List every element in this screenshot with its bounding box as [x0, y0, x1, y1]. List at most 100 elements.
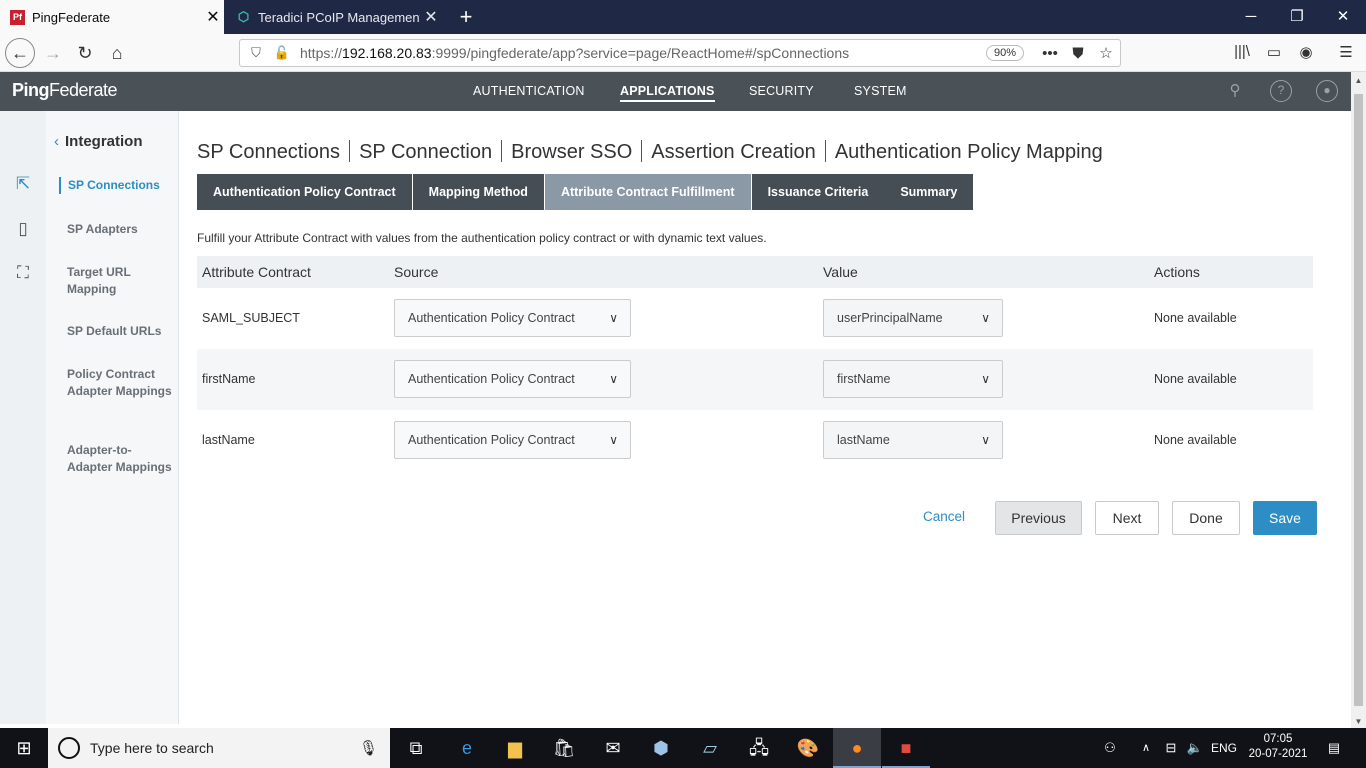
- windows-start-icon[interactable]: ⊞: [0, 728, 48, 768]
- scroll-up-icon[interactable]: ▲: [1351, 76, 1366, 85]
- tab-mapping-method[interactable]: Mapping Method: [412, 174, 545, 210]
- mail-icon[interactable]: ✉: [589, 728, 637, 768]
- scroll-down-icon[interactable]: ▼: [1351, 717, 1366, 726]
- paint-icon[interactable]: 🎨: [784, 728, 832, 768]
- header-source: Source: [394, 264, 439, 280]
- sidebar-heading[interactable]: ‹ Integration: [54, 133, 143, 150]
- account-icon[interactable]: ◉: [1294, 43, 1318, 61]
- firefox-icon[interactable]: ●: [833, 728, 881, 768]
- nav-authentication[interactable]: AUTHENTICATION: [473, 84, 585, 98]
- header-value: Value: [823, 264, 858, 280]
- tab-attribute-contract-fulfillment[interactable]: Attribute Contract Fulfillment: [544, 174, 752, 210]
- edge-icon[interactable]: e: [443, 728, 491, 768]
- tab-authentication-policy-contract[interactable]: Authentication Policy Contract: [197, 174, 413, 210]
- zoom-level-badge[interactable]: 90%: [985, 45, 1024, 61]
- breadcrumb-separator: [349, 140, 351, 162]
- next-button[interactable]: Next: [1095, 501, 1159, 535]
- nav-security[interactable]: SECURITY: [749, 84, 814, 98]
- terminal-app-icon[interactable]: ■: [882, 728, 930, 768]
- back-button[interactable]: ←: [5, 38, 35, 68]
- value-select[interactable]: lastName ∨: [823, 421, 1003, 459]
- new-tab-button[interactable]: +: [452, 2, 480, 32]
- bookmark-star-icon[interactable]: ☆: [1092, 44, 1120, 62]
- url-bar[interactable]: ⛉ 🔓 https://192.168.20.83:9999/pingfeder…: [239, 39, 1121, 67]
- tab-teradici[interactable]: ⬡ Teradici PCoIP Management Co ✕: [226, 0, 442, 34]
- breadcrumb-authentication-policy-mapping: Authentication Policy Mapping: [834, 141, 1103, 163]
- source-select[interactable]: Authentication Policy Contract ∨: [394, 299, 631, 337]
- attribute-contract-table: Attribute Contract Source Value Actions …: [197, 256, 1313, 471]
- task-view-icon[interactable]: ⧉: [392, 728, 440, 768]
- done-button[interactable]: Done: [1172, 501, 1240, 535]
- sidebar-item-sp-adapters[interactable]: SP Adapters: [67, 221, 175, 238]
- restore-button[interactable]: ❐: [1274, 0, 1320, 34]
- scroll-thumb[interactable]: [1354, 94, 1363, 706]
- chevron-down-icon: ∨: [981, 433, 990, 447]
- store-icon[interactable]: 🛍: [540, 728, 588, 768]
- search-icon[interactable]: ⚲: [1224, 80, 1246, 102]
- tab-summary[interactable]: Summary: [884, 174, 974, 210]
- remote-desktop-icon[interactable]: 🖧: [735, 728, 783, 768]
- pocket-icon[interactable]: ⛊: [1064, 45, 1092, 62]
- chevron-up-icon[interactable]: ∧: [1136, 728, 1156, 768]
- help-icon[interactable]: ?: [1270, 80, 1292, 102]
- minimize-button[interactable]: ─: [1228, 0, 1274, 34]
- sidebar-item-target-url-mapping[interactable]: Target URL Mapping: [67, 264, 175, 297]
- reload-button[interactable]: ↻: [70, 38, 100, 68]
- virtualbox-icon[interactable]: ⬢: [637, 728, 685, 768]
- value-select[interactable]: firstName ∨: [823, 360, 1003, 398]
- breadcrumb-sp-connections[interactable]: SP Connections: [197, 141, 340, 163]
- breadcrumb-sp-connection[interactable]: SP Connection: [359, 141, 492, 163]
- tab-pingfederate[interactable]: Pf PingFederate ✕: [0, 0, 224, 34]
- notes-app-icon[interactable]: ▱: [686, 728, 734, 768]
- sidebar-item-adapter-to-adapter-mappings[interactable]: Adapter-to-Adapter Mappings: [67, 442, 175, 475]
- tab-issuance-criteria[interactable]: Issuance Criteria: [751, 174, 885, 210]
- nav-system[interactable]: SYSTEM: [854, 84, 907, 98]
- pingfederate-logo[interactable]: PingFederate: [12, 80, 118, 101]
- user-profile-icon[interactable]: ●: [1316, 80, 1338, 102]
- network-icon[interactable]: ⊟: [1160, 728, 1182, 768]
- system-clock[interactable]: 07:05 20-07-2021: [1248, 732, 1308, 762]
- sidebar-item-policy-contract-adapter-mappings[interactable]: Policy Contract Adapter Mappings: [67, 366, 175, 399]
- window-close-button[interactable]: ✕: [1320, 0, 1366, 34]
- sidebar-toggle-icon[interactable]: ▭: [1262, 43, 1286, 61]
- value-select[interactable]: userPrincipalName ∨: [823, 299, 1003, 337]
- clock-date: 20-07-2021: [1248, 748, 1308, 760]
- close-icon[interactable]: ✕: [420, 7, 442, 27]
- breadcrumb-separator: [501, 140, 503, 162]
- volume-icon[interactable]: 🔈: [1184, 728, 1206, 768]
- language-indicator[interactable]: ENG: [1208, 728, 1240, 768]
- insecure-lock-icon[interactable]: 🔓: [272, 45, 292, 61]
- source-select[interactable]: Authentication Policy Contract ∨: [394, 421, 631, 459]
- sp-connections-icon[interactable]: ⇱: [10, 174, 36, 198]
- people-icon[interactable]: ⚇: [1098, 728, 1122, 768]
- save-button[interactable]: Save: [1253, 501, 1317, 535]
- home-button[interactable]: ⌂: [102, 38, 132, 68]
- forward-button[interactable]: →: [38, 38, 68, 68]
- search-placeholder: Type here to search: [90, 740, 214, 756]
- breadcrumb-assertion-creation[interactable]: Assertion Creation: [651, 141, 816, 163]
- sidebar-item-sp-connections[interactable]: SP Connections: [59, 177, 167, 194]
- menu-icon[interactable]: ☰: [1334, 43, 1358, 61]
- integration-nodes-icon[interactable]: ⛶: [10, 263, 36, 287]
- library-icon[interactable]: |||\: [1230, 43, 1254, 60]
- previous-button[interactable]: Previous: [995, 501, 1082, 535]
- file-explorer-icon[interactable]: ▆: [491, 728, 539, 768]
- breadcrumb-separator: [824, 140, 826, 162]
- source-select[interactable]: Authentication Policy Contract ∨: [394, 360, 631, 398]
- browser-nav-bar: ← → ↻ ⌂ ⛉ 🔓 https://192.168.20.83:9999/p…: [0, 34, 1366, 72]
- page-scrollbar[interactable]: ▲ ▼: [1351, 72, 1366, 728]
- nav-applications[interactable]: APPLICATIONS: [620, 84, 715, 102]
- breadcrumb-browser-sso[interactable]: Browser SSO: [511, 141, 632, 163]
- shield-icon[interactable]: ⛉: [246, 45, 266, 61]
- more-actions-icon[interactable]: •••: [1036, 45, 1064, 62]
- url-text[interactable]: https://192.168.20.83:9999/pingfederate/…: [300, 45, 986, 61]
- microphone-icon[interactable]: 🎙: [359, 739, 378, 757]
- sp-adapters-icon[interactable]: ▯: [10, 219, 36, 243]
- breadcrumb-separator: [641, 140, 643, 162]
- taskbar-search-box[interactable]: Type here to search 🎙: [48, 728, 390, 768]
- sidebar-item-sp-default-urls[interactable]: SP Default URLs: [67, 323, 175, 340]
- close-icon[interactable]: ✕: [202, 7, 224, 27]
- app-header: PingFederate AUTHENTICATION APPLICATIONS…: [0, 72, 1351, 111]
- notifications-icon[interactable]: ▤: [1322, 728, 1346, 768]
- cancel-button[interactable]: Cancel: [909, 501, 979, 535]
